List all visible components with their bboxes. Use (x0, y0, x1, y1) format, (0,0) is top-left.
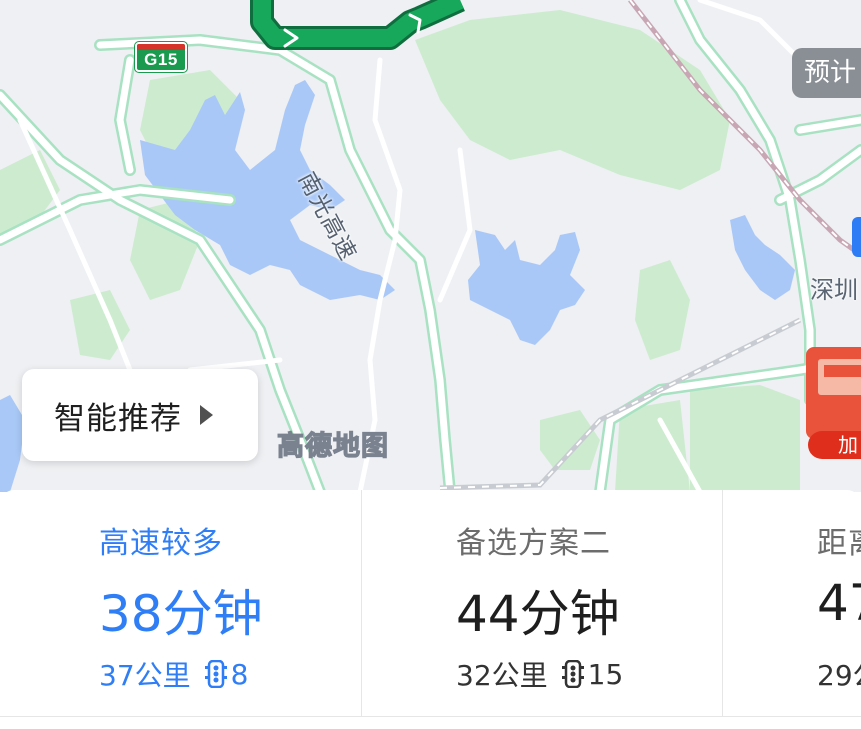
traffic-light-icon (561, 660, 584, 688)
play-arrow-icon (200, 405, 213, 425)
route-name: 高速较多 (99, 526, 223, 561)
promo-widget[interactable]: 加 (806, 347, 861, 459)
route-duration: 44分钟 (456, 585, 620, 643)
highway-shield-label: G15 (144, 50, 178, 69)
route-meta: 37公里 8 (99, 654, 248, 694)
traffic-light-icon (204, 660, 227, 688)
city-label: 深圳 (810, 276, 858, 304)
eta-pill[interactable]: 预计 (792, 48, 861, 98)
side-tab[interactable] (852, 217, 861, 257)
route-meta: 29公 (817, 654, 861, 694)
route-distance: 29公 (817, 659, 861, 692)
traffic-light-count: 15 (587, 657, 624, 691)
route-option-3[interactable]: 距离 47 29公 (722, 490, 861, 716)
route-distance: 37公里 (99, 659, 191, 692)
route-options-panel: 高速较多 38分钟 37公里 8 备选方案二 44分钟 32公里 15 距 4 … (0, 490, 861, 729)
smart-recommend-label: 智能推荐 (54, 400, 182, 437)
traffic-light-count: 8 (230, 657, 249, 691)
map-watermark: 高德地图 (276, 430, 389, 462)
smart-recommend-button[interactable]: 智能推荐 (22, 369, 258, 461)
highway-shield-g15: G15 (135, 42, 187, 72)
panel-divider (0, 716, 861, 717)
route-distance: 32公里 (456, 659, 548, 692)
map-view[interactable]: G15 南光高速 深圳 预计 加 智能推荐 高德地图 (0, 0, 861, 492)
route-duration: 38分钟 (99, 585, 263, 643)
route-option-1[interactable]: 高速较多 38分钟 37公里 8 (0, 490, 361, 716)
route-option-2[interactable]: 备选方案二 44分钟 32公里 15 (361, 490, 722, 716)
route-name: 距离 (817, 526, 861, 561)
promo-button[interactable]: 加 (808, 431, 861, 459)
promo-icon-band (824, 365, 861, 377)
route-name: 备选方案二 (456, 526, 611, 561)
route-meta: 32公里 15 (456, 654, 623, 694)
route-duration: 47 (817, 574, 861, 632)
